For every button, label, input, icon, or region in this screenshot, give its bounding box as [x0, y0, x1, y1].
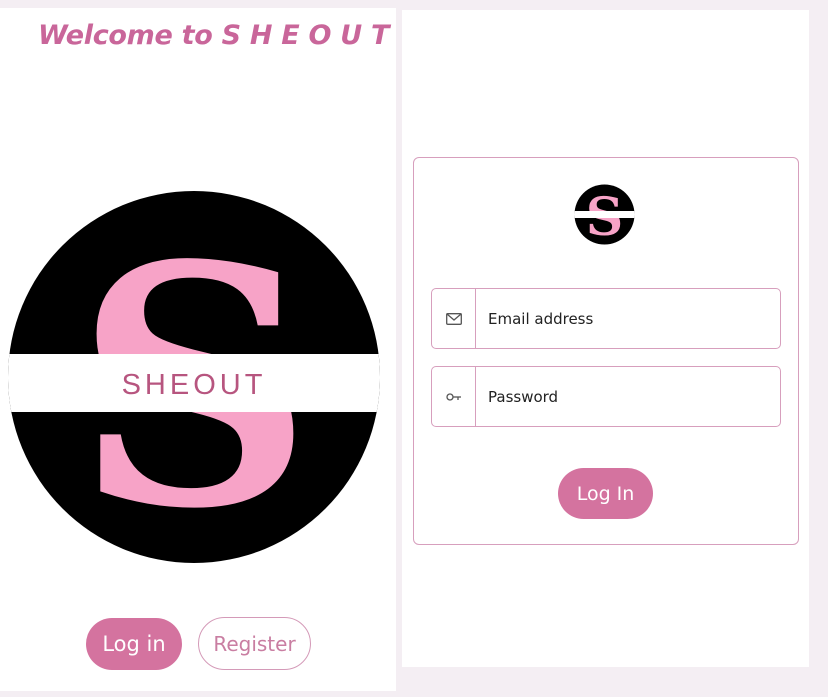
welcome-title: Welcome to S H E O U T: [38, 20, 390, 51]
password-input[interactable]: Password: [476, 367, 780, 426]
login-button[interactable]: Log in: [86, 618, 182, 670]
key-icon: [432, 367, 476, 426]
login-card: S Email address Password: [413, 157, 799, 545]
envelope-icon: [432, 289, 476, 348]
submit-login-button[interactable]: Log In: [558, 468, 653, 519]
email-input[interactable]: Email address: [476, 289, 780, 348]
email-field[interactable]: Email address: [431, 288, 781, 349]
password-field[interactable]: Password: [431, 366, 781, 427]
register-button[interactable]: Register: [198, 617, 311, 670]
sheout-logo-small: S: [574, 184, 635, 245]
welcome-screen: Welcome to S H E O U T S SHEOUT Log in R…: [0, 8, 396, 691]
sheout-logo: S SHEOUT: [8, 191, 380, 563]
login-screen: S Email address Password: [402, 10, 809, 667]
logo-band-text: SHEOUT: [122, 369, 267, 401]
